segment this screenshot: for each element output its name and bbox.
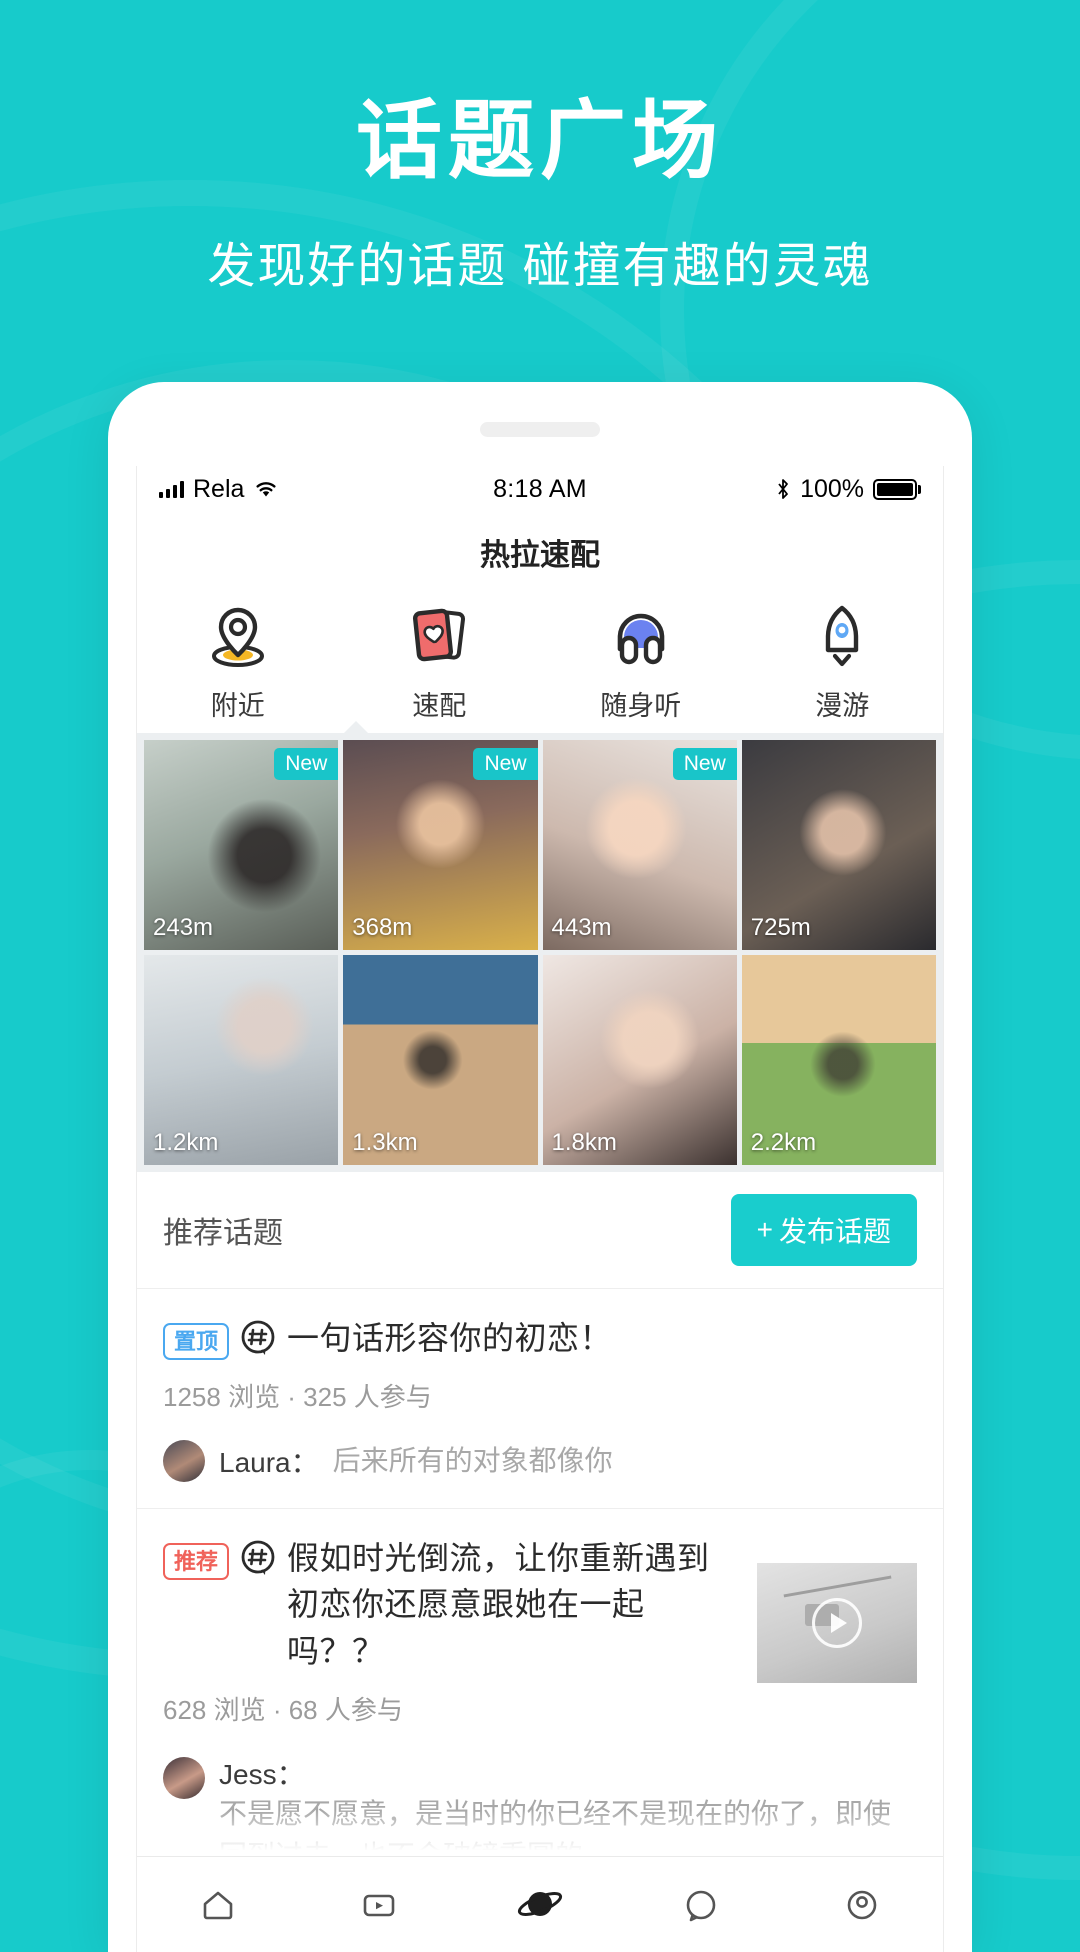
recommended-topics-header: 推荐话题 + 发布话题: [137, 1172, 943, 1289]
entry-label: 速配: [412, 691, 467, 721]
entry-label: 随身听: [600, 691, 682, 721]
entry-nearby[interactable]: 附近: [137, 600, 339, 723]
rocket-icon: [826, 605, 859, 667]
location-pin-icon: [211, 607, 264, 667]
battery-full-icon: [873, 478, 922, 500]
photo-cell[interactable]: New 443m: [542, 740, 737, 950]
distance-label: 243m: [153, 913, 214, 941]
signal-bars-icon: [159, 480, 184, 498]
photo-cell[interactable]: New 243m: [144, 740, 339, 950]
nearby-photo-grid: New 243m New 368m New 443m 725m 1.2km 1.…: [137, 733, 943, 1172]
comment-text: 后来所有的对象都像你: [332, 1444, 613, 1476]
hero-section: 话题广场 发现好的话题 碰撞有趣的灵魂: [0, 0, 1080, 296]
page-title: 热拉速配: [480, 539, 600, 572]
photo-cell[interactable]: New 368m: [343, 740, 538, 950]
play-button-icon: [812, 1597, 862, 1648]
photo-cell[interactable]: 1.3km: [343, 954, 538, 1165]
photo-cell[interactable]: 1.2km: [144, 954, 339, 1165]
phone-screen: Rela 8:18 AM 100% 热拉速配 附近 速配 随身听 漫游 New …: [136, 466, 944, 1952]
photo-cell[interactable]: 2.2km: [741, 954, 936, 1165]
distance-label: 368m: [352, 913, 413, 941]
hashtag-bubble-icon: [241, 1540, 275, 1575]
carrier-label: Rela: [193, 474, 245, 503]
headphones-icon: [617, 613, 665, 665]
battery-percent: 100%: [800, 474, 865, 503]
hero-title: 话题广场: [356, 93, 724, 189]
active-entry-caret: [342, 721, 369, 734]
bluetooth-icon: [778, 479, 788, 499]
topic-item[interactable]: 推荐 假如时光倒流，让你重新遇到初恋你还愿意跟她在一起吗？？ 628 浏览 · …: [137, 1509, 943, 1905]
photo-cell[interactable]: 1.8km: [542, 954, 737, 1165]
status-time: 8:18 AM: [493, 474, 587, 503]
distance-label: 1.8km: [551, 1128, 617, 1156]
distance-label: 1.2km: [153, 1128, 219, 1156]
avatar: [163, 1439, 205, 1482]
topic-thumbnail[interactable]: [757, 1562, 917, 1683]
distance-label: 1.3km: [352, 1128, 418, 1156]
publish-topic-button[interactable]: + 发布话题: [730, 1193, 917, 1266]
bottom-tab-bar: [137, 1856, 943, 1952]
planet-icon: [517, 1891, 563, 1916]
entry-roam[interactable]: 漫游: [742, 600, 944, 723]
status-bar: Rela 8:18 AM 100%: [137, 466, 943, 512]
distance-label: 2.2km: [750, 1128, 817, 1156]
new-badge: New: [274, 748, 339, 780]
publish-topic-label: 发布话题: [778, 1215, 891, 1247]
distance-label: 443m: [551, 913, 612, 941]
new-badge: New: [672, 748, 737, 780]
topic-item[interactable]: 置顶 一句话形容你的初恋！ 1258 浏览 · 325 人参与 Laura： 后…: [137, 1289, 943, 1509]
topic-title: 假如时光倒流，让你重新遇到初恋你还愿意跟她在一起吗？？: [287, 1539, 710, 1669]
entry-match[interactable]: 速配: [339, 600, 541, 723]
topic-meta: 1258 浏览 · 325 人参与: [163, 1381, 432, 1412]
entry-radio[interactable]: 随身听: [540, 600, 742, 723]
tab-planet[interactable]: [459, 1879, 620, 1931]
topic-title: 一句话形容你的初恋！: [287, 1319, 613, 1356]
comment-author: Laura：: [219, 1446, 319, 1478]
hero-subtitle: 发现好的话题 碰撞有趣的灵魂: [207, 240, 873, 293]
wifi-icon: [256, 482, 277, 497]
card-stack-heart-icon: [413, 608, 466, 662]
quick-entries: 附近 速配 随身听 漫游: [137, 594, 944, 734]
phone-speaker: [480, 422, 600, 437]
avatar: [163, 1757, 205, 1800]
comment-author: Jess：: [219, 1759, 305, 1791]
hashtag-bubble-icon: [241, 1320, 275, 1355]
phone-mockup: Rela 8:18 AM 100% 热拉速配 附近 速配 随身听 漫游 New …: [108, 382, 972, 1952]
status-badge: 推荐: [163, 1542, 230, 1581]
new-badge: New: [473, 748, 538, 780]
distance-label: 725m: [750, 913, 811, 941]
status-badge: 置顶: [163, 1322, 230, 1361]
entry-label: 附近: [210, 691, 265, 721]
plus-icon: +: [756, 1213, 773, 1245]
photo-cell[interactable]: 725m: [741, 740, 936, 950]
entry-label: 漫游: [815, 691, 870, 721]
section-title: 推荐话题: [163, 1216, 283, 1250]
